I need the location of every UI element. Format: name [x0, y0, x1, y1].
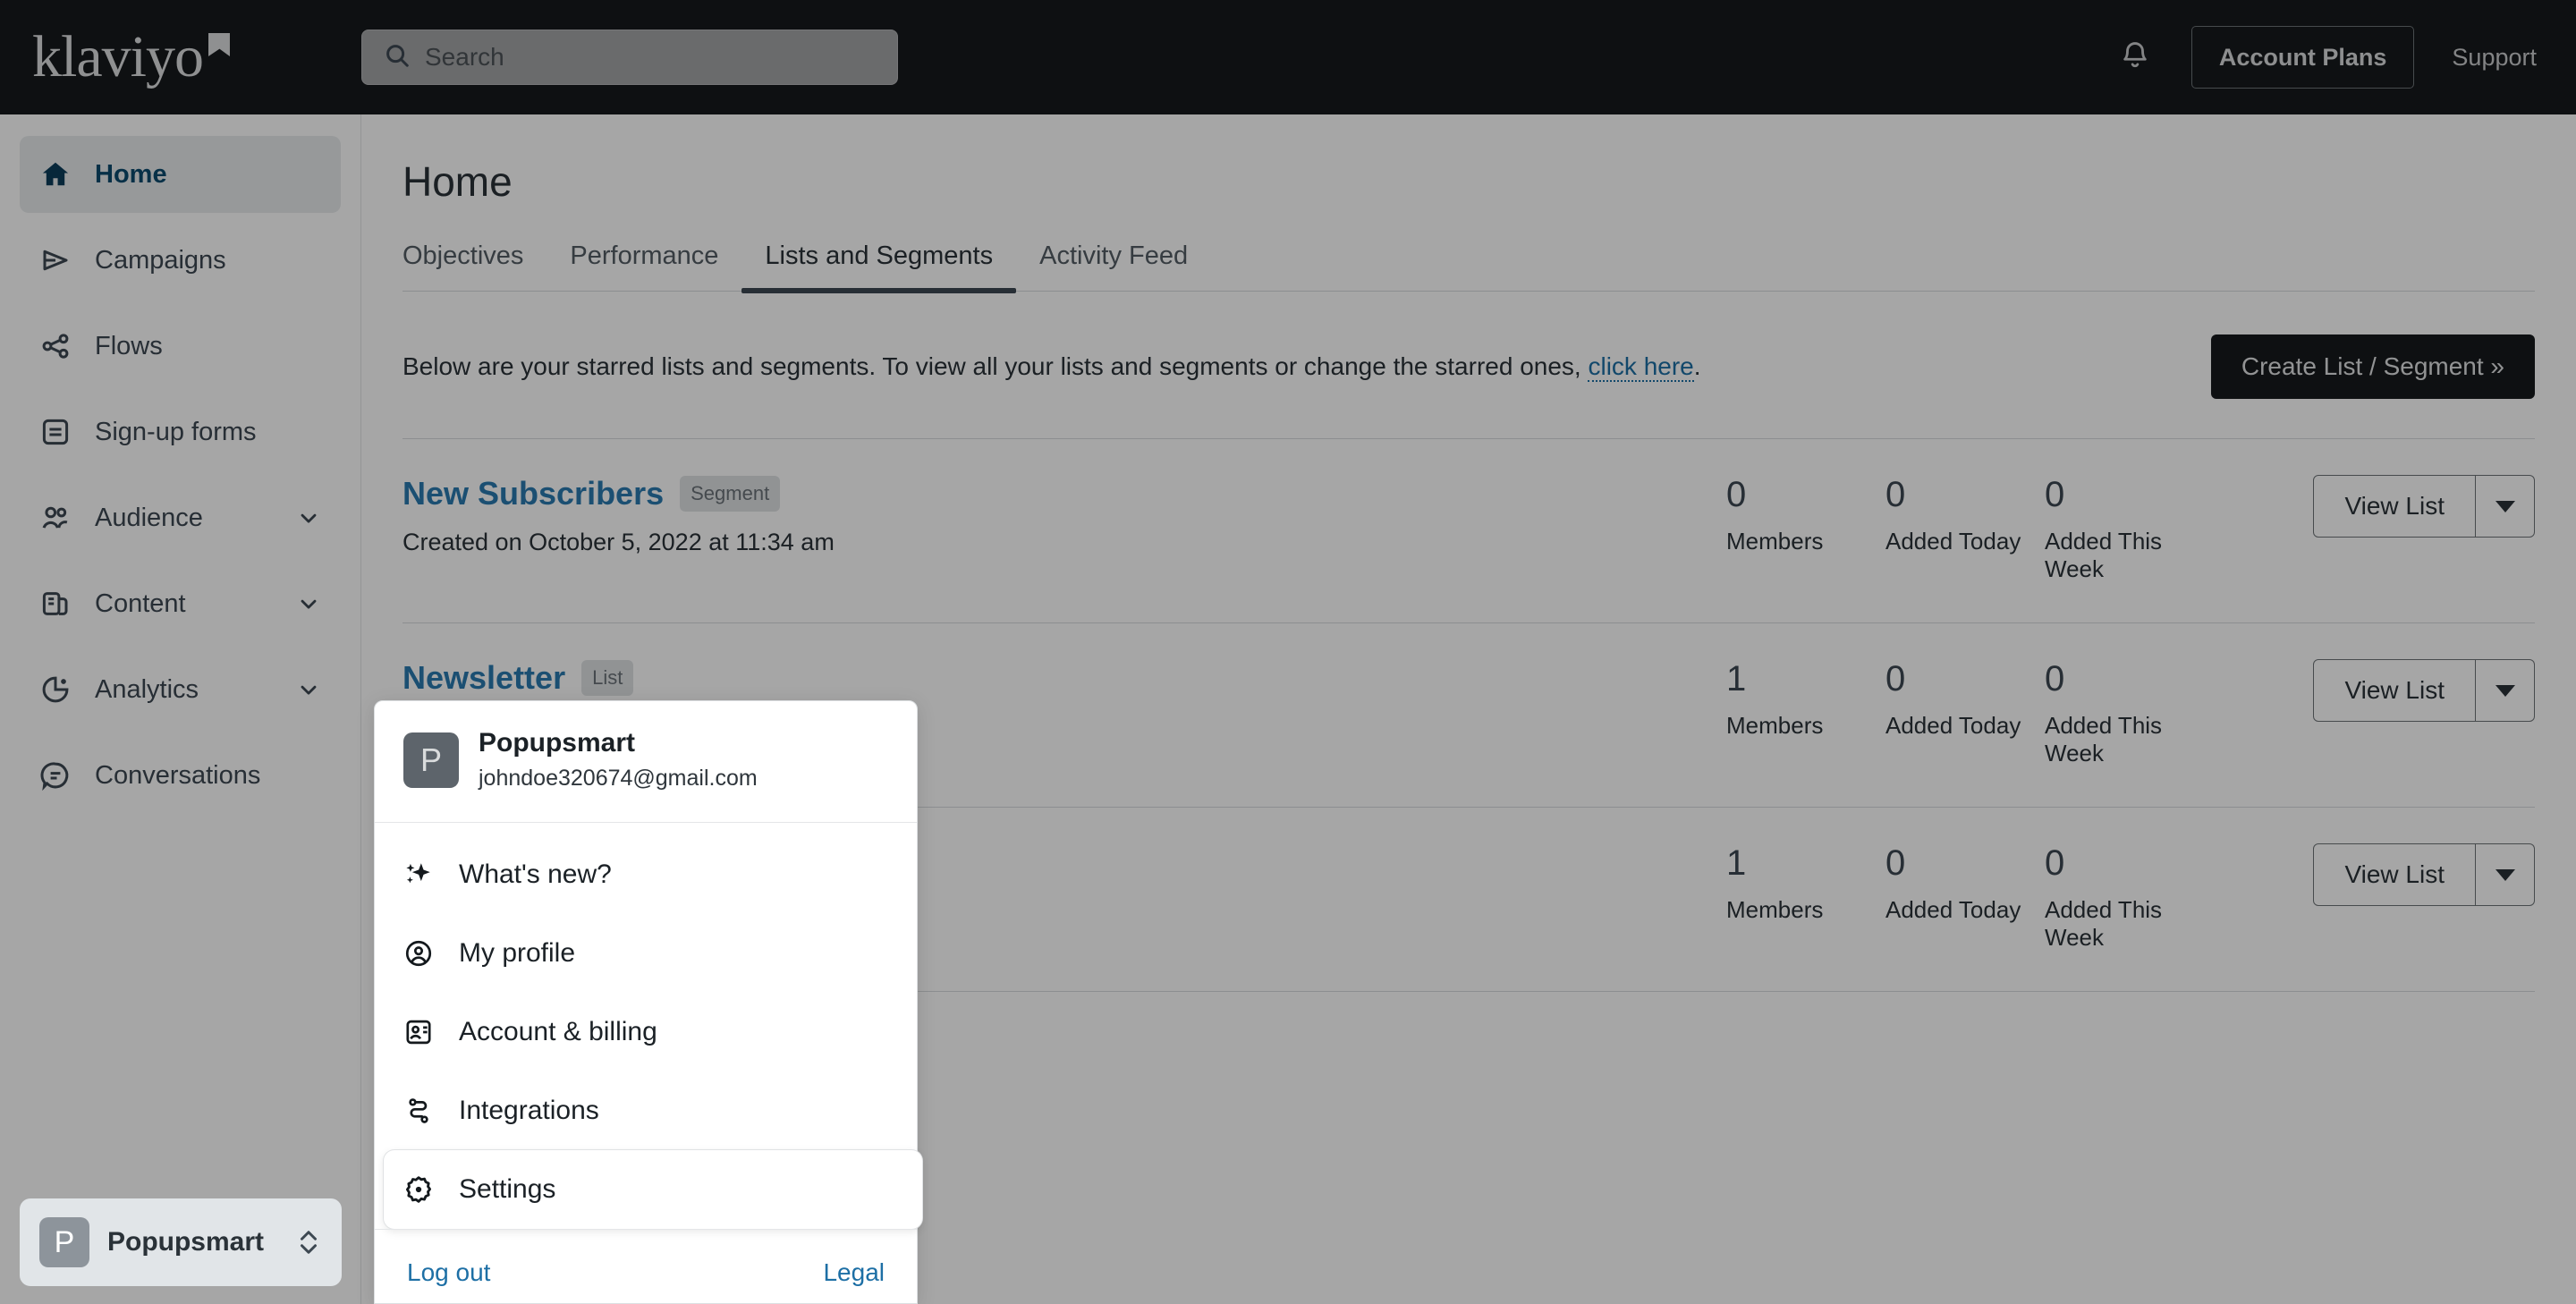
account-dropdown-footer: Log out Legal: [375, 1229, 917, 1304]
gear-icon: [403, 1174, 439, 1205]
id-card-icon: [403, 1017, 439, 1047]
account-email: johndoe320674@gmail.com: [479, 766, 758, 792]
menu-item-label: Settings: [459, 1174, 555, 1205]
avatar: P: [39, 1217, 89, 1267]
menu-item-label: Integrations: [459, 1096, 599, 1126]
menu-item-account-billing[interactable]: Account & billing: [384, 993, 908, 1071]
menu-item-settings[interactable]: Settings: [384, 1150, 922, 1229]
integrations-icon: [403, 1096, 439, 1126]
menu-item-integrations[interactable]: Integrations: [384, 1071, 908, 1150]
account-dropdown-header: P Popupsmart johndoe320674@gmail.com: [375, 701, 917, 823]
sparkle-icon: [403, 859, 439, 890]
menu-item-label: What's new?: [459, 859, 612, 890]
menu-item-my-profile[interactable]: My profile: [384, 914, 908, 993]
klaviyo-app: klaviyo Search Account Plan: [0, 0, 2576, 1304]
up-down-chevrons-icon: [295, 1224, 322, 1260]
log-out-link[interactable]: Log out: [407, 1258, 490, 1287]
account-dropdown-items: What's new? My profile: [375, 823, 917, 1229]
account-dropdown-menu: P Popupsmart johndoe320674@gmail.com Wha…: [374, 700, 918, 1304]
user-circle-icon: [403, 938, 439, 969]
account-name: Popupsmart: [479, 728, 758, 758]
menu-item-whats-new[interactable]: What's new?: [384, 835, 908, 914]
menu-item-label: My profile: [459, 938, 575, 969]
account-switcher-button[interactable]: P Popupsmart: [20, 1198, 342, 1286]
avatar: P: [403, 732, 459, 788]
menu-item-label: Account & billing: [459, 1017, 657, 1047]
legal-link[interactable]: Legal: [823, 1258, 885, 1287]
account-name: Popupsmart: [107, 1227, 264, 1257]
